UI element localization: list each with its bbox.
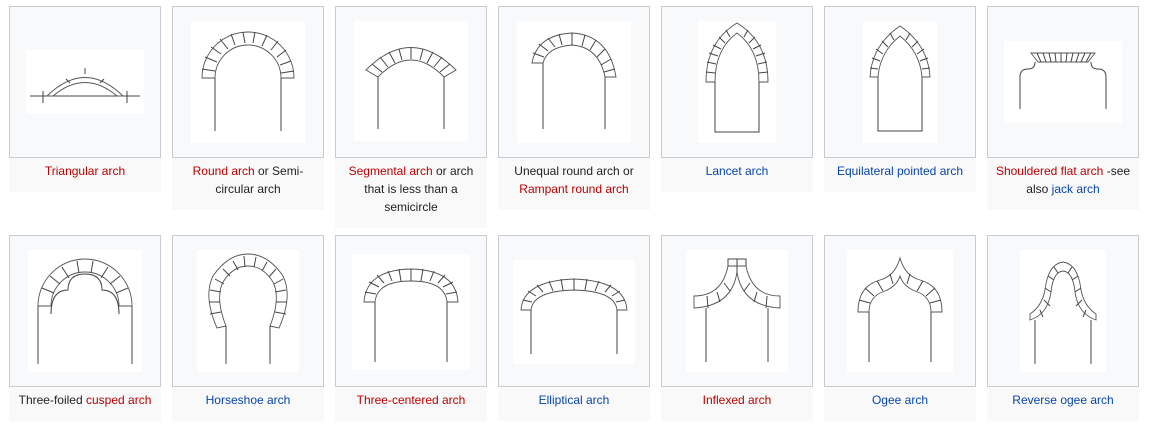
gallery-item-horseshoe-arch: Horseshoe arch bbox=[172, 235, 324, 421]
caption-shouldered-flat-arch: Shouldered flat arch -see also jack arch bbox=[989, 162, 1137, 198]
caption-link[interactable]: Rampant round arch bbox=[519, 182, 628, 196]
thumbnail-lancet-arch[interactable] bbox=[661, 6, 813, 158]
thumbnail-elliptical-arch[interactable] bbox=[498, 235, 650, 387]
caption-segmental-arch: Segmental arch or arch that is less than… bbox=[337, 162, 485, 216]
caption-text: Three-foiled bbox=[18, 393, 86, 407]
caption-link[interactable]: Segmental arch bbox=[349, 164, 433, 178]
thumbnail-cusped-arch[interactable] bbox=[9, 235, 161, 387]
triangular-arch-drawing bbox=[30, 68, 140, 103]
caption-link[interactable]: Triangular arch bbox=[45, 164, 125, 178]
caption-equilateral-pointed-arch: Equilateral pointed arch bbox=[826, 162, 974, 180]
caption-ogee-arch: Ogee arch bbox=[826, 391, 974, 409]
gallery-item-three-centered-arch: Three-centered arch bbox=[335, 235, 487, 421]
caption-link[interactable]: Reverse ogee arch bbox=[1012, 393, 1113, 407]
gallery-item-segmental-arch: Segmental arch or arch that is less than… bbox=[335, 6, 487, 228]
gallery-item-rampant-round-arch: Unequal round arch or Rampant round arch bbox=[498, 6, 650, 210]
caption-link[interactable]: Round arch bbox=[193, 164, 255, 178]
thumbnail-equilateral-pointed-arch[interactable] bbox=[824, 6, 976, 158]
segmental-arch-drawing bbox=[365, 47, 457, 129]
caption-link[interactable]: Ogee arch bbox=[872, 393, 928, 407]
caption-link[interactable]: jack arch bbox=[1052, 182, 1100, 196]
thumbnail-horseshoe-arch[interactable] bbox=[172, 235, 324, 387]
caption-reverse-ogee-arch: Reverse ogee arch bbox=[989, 391, 1137, 409]
gallery-item-elliptical-arch: Elliptical arch bbox=[498, 235, 650, 421]
reverse-ogee-arch-drawing bbox=[1029, 261, 1097, 364]
thumbnail-segmental-arch[interactable] bbox=[335, 6, 487, 158]
gallery-item-lancet-arch: Lancet arch bbox=[661, 6, 813, 192]
inflexed-arch-drawing bbox=[693, 258, 781, 362]
caption-link[interactable]: Shouldered flat arch bbox=[996, 164, 1103, 178]
caption-round-arch: Round arch or Semi-circular arch bbox=[174, 162, 322, 198]
horseshoe-arch-drawing bbox=[208, 253, 288, 364]
thumbnail-triangular-arch[interactable] bbox=[9, 6, 161, 158]
caption-link[interactable]: Inflexed arch bbox=[703, 393, 772, 407]
gallery-item-equilateral-pointed-arch: Equilateral pointed arch bbox=[824, 6, 976, 192]
caption-text: Unequal round arch or bbox=[514, 164, 634, 178]
rampant-arch-drawing bbox=[531, 32, 617, 129]
thumbnail-round-arch[interactable] bbox=[172, 6, 324, 158]
thumbnail-rampant-round-arch[interactable] bbox=[498, 6, 650, 158]
cusped-arch-drawing bbox=[37, 258, 133, 364]
lancet-arch-drawing bbox=[705, 22, 769, 133]
caption-triangular-arch: Triangular arch bbox=[11, 162, 159, 180]
gallery-item-round-arch: Round arch or Semi-circular arch bbox=[172, 6, 324, 210]
caption-lancet-arch: Lancet arch bbox=[663, 162, 811, 180]
caption-horseshoe-arch: Horseshoe arch bbox=[174, 391, 322, 409]
three-centered-arch-drawing bbox=[363, 268, 459, 362]
caption-link[interactable]: Elliptical arch bbox=[539, 393, 610, 407]
caption-link[interactable]: Horseshoe arch bbox=[206, 393, 291, 407]
thumbnail-three-centered-arch[interactable] bbox=[335, 235, 487, 387]
caption-inflexed-arch: Inflexed arch bbox=[663, 391, 811, 409]
elliptical-arch-drawing bbox=[520, 278, 628, 354]
shouldered-arch-drawing bbox=[1019, 52, 1107, 109]
thumbnail-shouldered-flat-arch[interactable] bbox=[987, 6, 1139, 158]
caption-link[interactable]: cusped arch bbox=[86, 393, 151, 407]
caption-rampant-round-arch: Unequal round arch or Rampant round arch bbox=[500, 162, 648, 198]
gallery-item-reverse-ogee-arch: Reverse ogee arch bbox=[987, 235, 1139, 421]
caption-three-centered-arch: Three-centered arch bbox=[337, 391, 485, 409]
caption-link[interactable]: Equilateral pointed arch bbox=[837, 164, 963, 178]
caption-elliptical-arch: Elliptical arch bbox=[500, 391, 648, 409]
equilateral-arch-drawing bbox=[869, 25, 931, 132]
caption-link[interactable]: Three-centered arch bbox=[357, 393, 466, 407]
gallery-item-triangular-arch: Triangular arch bbox=[9, 6, 161, 192]
round-arch-drawing bbox=[201, 31, 295, 131]
gallery-item-shouldered-flat-arch: Shouldered flat arch -see also jack arch bbox=[987, 6, 1139, 210]
thumbnail-ogee-arch[interactable] bbox=[824, 235, 976, 387]
ogee-arch-drawing bbox=[857, 256, 943, 362]
gallery-item-cusped-arch: Three-foiled cusped arch bbox=[9, 235, 161, 421]
thumbnail-inflexed-arch[interactable] bbox=[661, 235, 813, 387]
caption-cusped-arch: Three-foiled cusped arch bbox=[11, 391, 159, 409]
caption-link[interactable]: Lancet arch bbox=[706, 164, 769, 178]
gallery-item-ogee-arch: Ogee arch bbox=[824, 235, 976, 421]
gallery-item-inflexed-arch: Inflexed arch bbox=[661, 235, 813, 421]
thumbnail-reverse-ogee-arch[interactable] bbox=[987, 235, 1139, 387]
